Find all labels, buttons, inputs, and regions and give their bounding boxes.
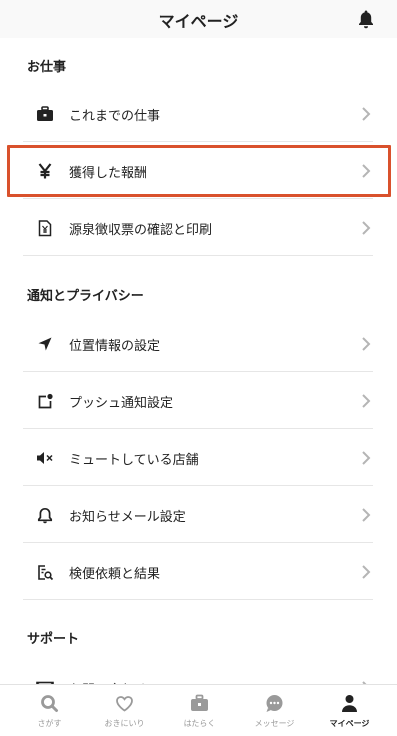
divider: [23, 542, 373, 543]
divider: [23, 255, 373, 256]
section-title-support: サポート: [27, 632, 80, 647]
document-yen-icon: [35, 218, 55, 238]
tab-label: おきにいり: [104, 719, 145, 728]
divider: [23, 485, 373, 486]
chevron-right-icon: [362, 221, 371, 235]
highlight-box: [7, 145, 391, 197]
menu-item-label: 検便依頼と結果: [69, 567, 161, 582]
chevron-right-icon: [362, 565, 371, 579]
header-bar: マイページ: [0, 0, 397, 38]
menu-item-label: これまでの仕事: [69, 109, 161, 124]
tab-label: さがす: [37, 719, 62, 728]
briefcase-icon: [35, 104, 55, 124]
chevron-right-icon: [362, 451, 371, 465]
chat-icon: [266, 695, 283, 712]
briefcase-icon: [191, 694, 208, 711]
menu-item-muted-stores[interactable]: ミュートしている店舗: [23, 430, 373, 486]
chevron-right-icon: [362, 508, 371, 522]
push-notification-icon: [35, 391, 55, 411]
divider: [23, 599, 373, 600]
chevron-right-icon: [362, 394, 371, 408]
tab-messages[interactable]: メッセージ: [235, 685, 314, 736]
menu-item-label: プッシュ通知設定: [69, 396, 174, 411]
menu-item-email-settings[interactable]: お知らせメール設定: [23, 487, 373, 543]
stool-test-icon: [35, 562, 55, 582]
tab-favorites[interactable]: おきにいり: [85, 685, 164, 736]
tab-label: マイページ: [329, 719, 370, 728]
divider: [23, 371, 373, 372]
menu-item-past-jobs[interactable]: これまでの仕事: [23, 86, 373, 142]
tab-mypage[interactable]: マイページ: [310, 685, 389, 736]
location-arrow-icon: [35, 334, 55, 354]
section-title-work: お仕事: [27, 60, 67, 75]
menu-item-push-settings[interactable]: プッシュ通知設定: [23, 373, 373, 429]
heart-icon: [116, 696, 133, 712]
divider: [23, 428, 373, 429]
tab-label: はたらく: [183, 719, 216, 728]
menu-item-withholding-slip[interactable]: 源泉徴収票の確認と印刷: [23, 200, 373, 256]
page-title: マイページ: [158, 12, 239, 31]
tab-label: メッセージ: [254, 719, 295, 728]
menu-item-label: お知らせメール設定: [69, 510, 186, 525]
chevron-right-icon: [362, 337, 371, 351]
section-title-privacy: 通知とプライバシー: [27, 289, 144, 304]
menu-item-label: ミュートしている店舗: [69, 453, 199, 468]
mute-icon: [35, 448, 55, 468]
bell-icon: [35, 505, 55, 525]
person-icon: [342, 695, 357, 712]
search-icon: [41, 695, 58, 712]
menu-item-label: 位置情報の設定: [69, 339, 161, 354]
tab-search[interactable]: さがす: [10, 685, 89, 736]
menu-item-stool-test[interactable]: 検便依頼と結果: [23, 544, 373, 600]
divider: [23, 141, 373, 142]
tab-bar: さがす おきにいり はたらく メッセージ マイページ: [0, 684, 397, 736]
tab-work[interactable]: はたらく: [160, 685, 239, 736]
menu-item-location-settings[interactable]: 位置情報の設定: [23, 316, 373, 372]
bell-icon[interactable]: [357, 9, 375, 29]
divider: [23, 198, 373, 199]
menu-item-label: 源泉徴収票の確認と印刷: [69, 223, 213, 238]
chevron-right-icon: [362, 107, 371, 121]
